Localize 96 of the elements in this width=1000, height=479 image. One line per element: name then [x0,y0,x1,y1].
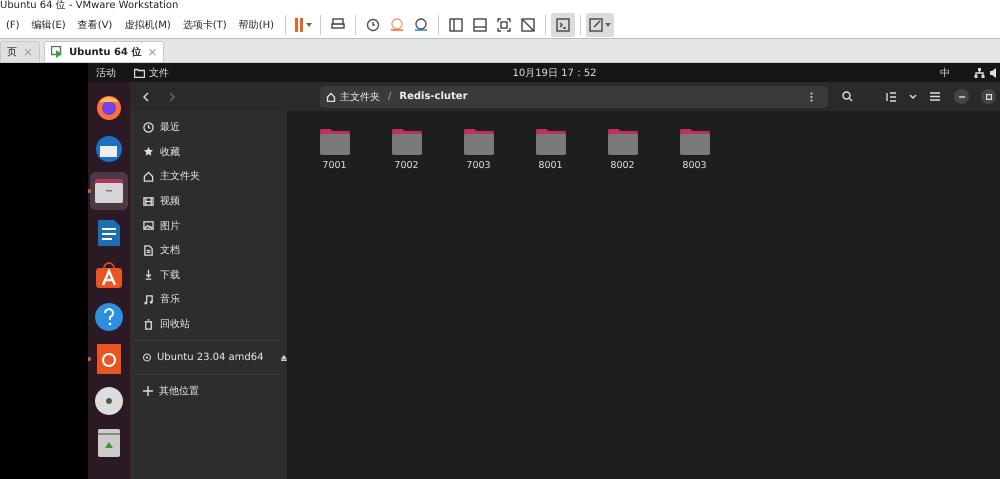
clock-icon [390,18,404,32]
envelope-icon [94,134,124,164]
app-name[interactable]: 文件 [149,66,169,80]
folder-icon [391,128,422,156]
chevron-down-icon [909,94,917,99]
clock-icon [414,18,428,32]
kebab-icon [810,92,812,102]
home-icon [326,92,336,102]
menu-item[interactable]: 查看(V) [72,14,118,36]
folder-name: 8002 [610,160,635,171]
fullscreen-icon [497,18,512,32]
music-note-icon [143,294,154,305]
folder-icon [319,128,350,156]
tab[interactable]: 页 × [0,41,40,62]
folder-item[interactable]: 7001 [311,128,358,171]
folder-name: 7003 [466,160,491,171]
folder-item[interactable]: 8001 [527,128,574,171]
sidebar-item[interactable]: 视频 [130,188,287,214]
crossed-square-icon [521,18,536,32]
list-icon [886,92,896,102]
folder-icon [607,128,638,156]
restore-icon [986,94,992,100]
folder-icon [134,68,145,78]
sidebar-item[interactable]: 主文件夹 [130,164,287,189]
resize-icon [589,18,604,32]
shopping-bag-icon [94,260,124,290]
download-icon [143,269,154,280]
caret-icon [605,23,612,27]
disc-icon [94,386,124,416]
menu-item[interactable]: 帮助(H) [232,14,280,36]
folder-name: 7001 [322,160,347,171]
minimize-button[interactable] [954,89,969,104]
folder-icon [94,178,124,204]
home-icon [143,170,154,182]
eject-icon [281,354,287,362]
menu-item[interactable]: 虚拟机(M) [118,14,177,36]
sidebar-item[interactable]: 音乐 [130,287,287,312]
path-crumb[interactable]: Redis-cluter [399,91,468,102]
vm-play-icon [51,46,64,58]
sidebar-item[interactable]: Ubuntu 23.04 amd64 [130,345,287,370]
path-separator: / [388,91,392,102]
minimize-icon [958,96,964,98]
clock-icon [143,122,154,133]
sidebar-item[interactable]: 最近 [130,115,287,140]
folder-item[interactable]: 7002 [383,128,430,171]
document-icon [143,244,154,256]
activities-button[interactable]: 活动 [96,66,116,80]
speaker-icon [990,68,998,78]
document-icon [96,218,122,248]
pause-icon [294,18,304,32]
film-icon [143,196,154,207]
sidebar-item[interactable]: 文档 [130,238,287,263]
image-icon [143,220,154,232]
window-title: Ubuntu 64 位 - VMware Workstation [0,0,178,12]
plus-icon [143,386,153,396]
panel-layout-icon [473,18,488,32]
folder-name: 7002 [394,160,419,171]
disc-icon [143,352,151,364]
star-icon [143,146,154,158]
folder-icon [463,128,494,156]
chevron-left-icon [143,92,149,102]
network-icon [974,68,986,78]
path-crumb[interactable]: 主文件夹 [326,90,380,104]
terminal-icon [556,18,570,32]
folder-name: 8003 [682,160,707,171]
sidebar-item[interactable]: 其他位置 [130,378,287,404]
folder-icon [679,128,710,156]
sidebar-layout-icon [449,18,464,32]
recycle-bin-icon [97,428,121,458]
clock-icon [366,18,380,32]
sidebar-item[interactable]: 下载 [130,262,287,288]
console-button[interactable] [551,13,576,37]
search-icon [842,91,852,102]
menu-icon [930,92,940,101]
caret-icon [306,23,312,27]
dock-item[interactable] [90,172,128,210]
ring-logo-icon [97,344,121,374]
folder-item[interactable]: 8003 [671,128,718,171]
restore-button[interactable] [981,89,996,104]
menu-item[interactable]: 编辑(E) [26,14,72,36]
sidebar-item[interactable]: 回收站 [130,312,287,336]
folder-item[interactable]: 8002 [599,128,646,171]
sidebar-item[interactable]: 图片 [130,213,287,238]
folder-item[interactable]: 7003 [455,128,502,171]
tab[interactable]: Ubuntu 64 位 × [44,41,164,62]
menu-item[interactable]: 选项卡(T) [176,14,233,36]
clock[interactable]: 10月19日 17：52 [512,66,597,80]
chevron-right-icon [169,92,175,102]
input-method-indicator[interactable]: 中 [940,66,950,80]
trash-icon [143,318,154,330]
help-icon [94,302,124,332]
stretch-button[interactable] [586,13,614,37]
sidebar-item[interactable]: 收藏 [130,140,287,164]
folder-name: 8001 [538,160,563,171]
folder-icon [535,128,566,156]
menu-item[interactable]: (F) [0,14,26,36]
